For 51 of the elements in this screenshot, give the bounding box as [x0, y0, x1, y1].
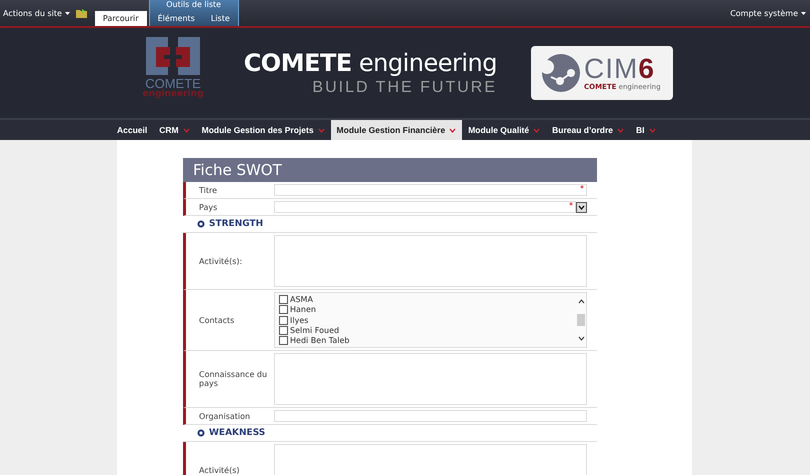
- field-label: Activité(s): [198, 464, 241, 475]
- select-field[interactable]: *: [274, 201, 576, 213]
- text-field[interactable]: *: [274, 184, 587, 196]
- form-title: Fiche SWOT: [183, 158, 597, 182]
- tagline: BUILD THE FUTURE: [312, 79, 497, 97]
- company-logo: COMETE engineering: [140, 35, 206, 111]
- caret-icon: [182, 128, 190, 132]
- required-mark: *: [580, 185, 585, 193]
- nav-item[interactable]: Module Gestion Financière: [330, 120, 462, 140]
- caret-icon: [801, 12, 806, 15]
- section-icon: [197, 429, 205, 437]
- field-label: Organisation: [198, 410, 252, 423]
- text-field[interactable]: [274, 410, 587, 422]
- contact-option[interactable]: ASMA: [279, 294, 572, 304]
- scroll-down-icon[interactable]: [578, 336, 584, 341]
- field-label: Connaissance du pays: [198, 369, 268, 390]
- caret-icon: [617, 128, 624, 132]
- nav-item[interactable]: Module Qualité: [462, 120, 546, 140]
- folder-icon[interactable]: [76, 8, 87, 18]
- section-icon: [197, 220, 205, 228]
- contact-option[interactable]: Selmi Foued: [279, 325, 572, 336]
- field-label: Titre: [198, 184, 218, 196]
- nav-item[interactable]: Bureau d’ordre: [546, 120, 630, 140]
- site-actions-menu[interactable]: Actions du site: [3, 8, 70, 18]
- ribbon-tab[interactable]: Parcourir: [94, 11, 147, 26]
- ribbon-tab[interactable]: Éléments: [150, 11, 203, 26]
- account-menu[interactable]: Compte système: [730, 9, 806, 18]
- caret-icon: [64, 12, 70, 14]
- field-label: Contacts: [198, 314, 236, 326]
- caret-icon: [648, 128, 656, 132]
- dropdown-icon[interactable]: [576, 202, 587, 212]
- section-heading: STRENGTH: [209, 219, 264, 229]
- site-title: COMETE engineering: [244, 49, 497, 77]
- tool-group-title: Outils de liste: [165, 0, 222, 11]
- ribbon-tab[interactable]: Liste: [202, 11, 238, 26]
- contact-option[interactable]: Hanen: [279, 304, 572, 315]
- caret-icon: [533, 128, 540, 132]
- nav-item[interactable]: CRM: [153, 120, 196, 140]
- caret-icon: [318, 128, 325, 132]
- field-label: Activité(s):: [198, 256, 244, 268]
- nav-item[interactable]: Accueil: [111, 120, 154, 140]
- required-mark: *: [569, 202, 574, 210]
- section-heading: WEAKNESS: [209, 428, 266, 438]
- scroll-up-icon[interactable]: [578, 299, 584, 304]
- field-label: Pays: [198, 202, 218, 214]
- nav-item[interactable]: BI: [630, 120, 662, 140]
- contact-option[interactable]: Ilyes: [279, 314, 572, 326]
- contacts-list[interactable]: ASMA Hanen Ilyes Selmi Foued Hedi Ben Taleb: [274, 292, 587, 348]
- nav-item[interactable]: Module Gestion des Projets: [196, 120, 331, 140]
- caret-icon: [449, 128, 456, 132]
- contact-option[interactable]: Hedi Ben Taleb: [279, 336, 572, 346]
